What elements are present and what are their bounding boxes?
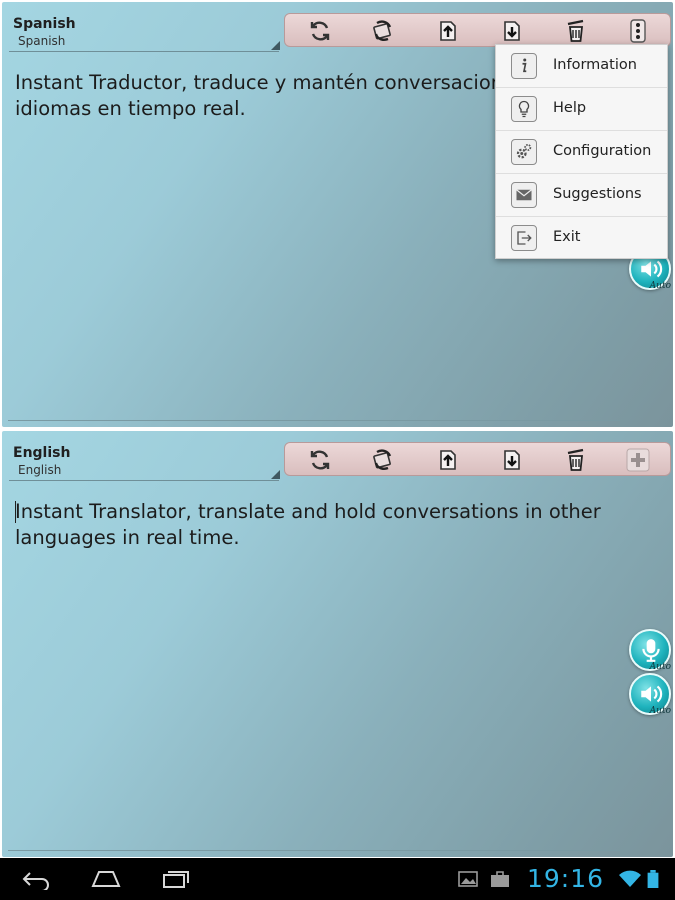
status-clock: 19:16 xyxy=(527,864,605,893)
auto-label: Auto xyxy=(649,662,671,672)
back-icon xyxy=(22,872,49,890)
briefcase-notification-icon xyxy=(491,871,509,887)
source-toolbar xyxy=(284,13,671,47)
target-microphone-button[interactable]: Auto xyxy=(629,629,671,672)
menu-item-label: Information xyxy=(553,57,637,73)
auto-label: Auto xyxy=(649,706,671,716)
source-language-selector[interactable]: Spanish Spanish xyxy=(9,14,280,52)
menu-item-suggestions[interactable]: Suggestions xyxy=(496,174,667,217)
auto-label: Auto xyxy=(649,281,671,291)
download-button[interactable] xyxy=(497,446,527,474)
recent-apps-button[interactable] xyxy=(156,866,196,892)
clear-text-button[interactable] xyxy=(561,446,591,474)
menu-item-information[interactable]: Information xyxy=(496,45,667,88)
menu-item-configuration[interactable]: Configuration xyxy=(496,131,667,174)
back-button[interactable] xyxy=(16,866,56,892)
menu-item-help[interactable]: Help xyxy=(496,88,667,131)
gallery-notification-icon xyxy=(458,871,478,887)
refresh-icon xyxy=(310,21,330,41)
target-text-underline xyxy=(8,850,620,851)
speaker-icon xyxy=(641,685,663,703)
microphone-icon xyxy=(642,639,660,662)
target-language-selector[interactable]: English English xyxy=(9,443,280,481)
source-language-subtitle: Spanish xyxy=(18,34,66,48)
translate-refresh-button[interactable] xyxy=(305,446,335,474)
gears-icon xyxy=(511,139,537,165)
target-toolbar xyxy=(284,442,671,476)
target-text-line: Instant Translator, translate and hold c… xyxy=(15,500,601,523)
dropdown-corner-icon xyxy=(271,470,280,479)
envelope-icon xyxy=(511,182,537,208)
info-icon xyxy=(511,53,537,79)
source-language-name: Spanish xyxy=(13,16,76,32)
upload-button[interactable] xyxy=(433,446,463,474)
translate-refresh-button[interactable] xyxy=(305,17,335,45)
clear-text-button[interactable] xyxy=(561,17,591,45)
swap-languages-button[interactable] xyxy=(368,17,398,45)
trash-icon xyxy=(567,19,584,42)
upload-icon xyxy=(440,21,456,41)
home-icon xyxy=(91,871,121,887)
target-language-subtitle: English xyxy=(18,463,62,477)
battery-icon xyxy=(647,870,659,888)
target-panel: English English Instant Translator, tran… xyxy=(2,431,673,857)
swap-icon xyxy=(373,449,392,470)
trash-icon xyxy=(567,448,584,471)
upload-icon xyxy=(440,450,456,470)
download-icon xyxy=(504,21,520,41)
menu-item-exit[interactable]: Exit xyxy=(496,217,667,260)
swap-languages-button[interactable] xyxy=(368,446,398,474)
recent-apps-icon xyxy=(163,871,189,888)
download-icon xyxy=(504,450,520,470)
source-text-underline xyxy=(8,420,620,421)
add-button[interactable] xyxy=(623,446,653,474)
target-text-line: languages in real time. xyxy=(15,526,240,549)
target-text-field[interactable]: Instant Translator, translate and hold c… xyxy=(15,499,655,551)
overflow-menu-button[interactable] xyxy=(623,17,653,45)
wifi-icon xyxy=(619,870,641,887)
add-icon xyxy=(626,448,650,472)
source-text-line: Instant Traductor, traduce y mantén conv… xyxy=(15,71,500,94)
swap-icon xyxy=(373,20,392,41)
dropdown-corner-icon xyxy=(271,41,280,50)
overflow-menu: Information Help Configuration Suggestio… xyxy=(495,44,668,259)
refresh-icon xyxy=(310,450,330,470)
home-button[interactable] xyxy=(86,866,126,892)
overflow-menu-icon xyxy=(630,19,646,43)
system-navigation-bar: 19:16 xyxy=(0,858,675,900)
upload-button[interactable] xyxy=(433,17,463,45)
menu-item-label: Suggestions xyxy=(553,186,642,202)
menu-item-label: Configuration xyxy=(553,143,652,159)
target-language-name: English xyxy=(13,445,71,461)
menu-item-label: Exit xyxy=(553,229,581,245)
lightbulb-icon xyxy=(511,96,537,122)
download-button[interactable] xyxy=(497,17,527,45)
target-speak-button[interactable]: Auto xyxy=(629,673,671,716)
exit-icon xyxy=(511,225,537,251)
menu-item-label: Help xyxy=(553,100,587,116)
